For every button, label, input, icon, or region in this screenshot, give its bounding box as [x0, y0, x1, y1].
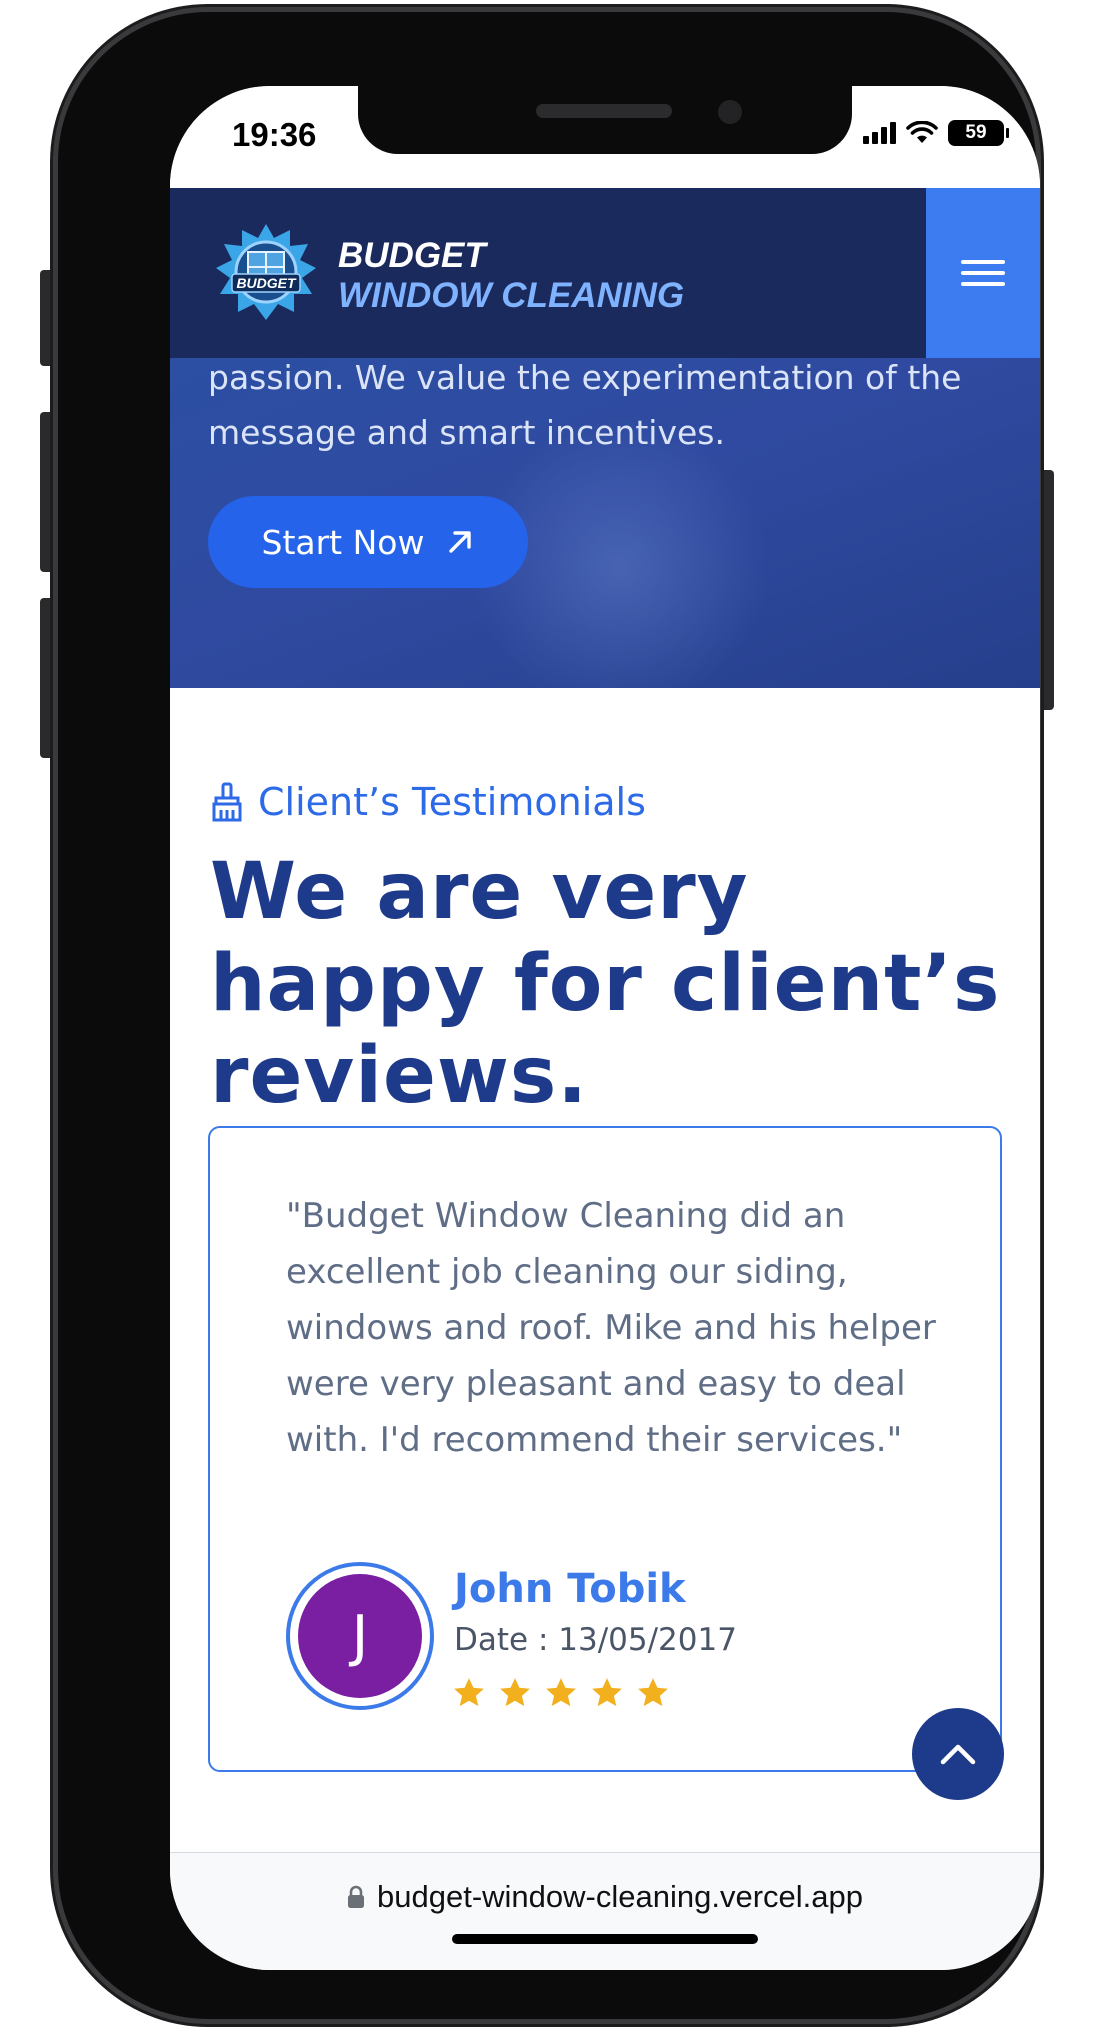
- arrow-up-right-icon: [449, 531, 472, 553]
- notch: [358, 86, 852, 154]
- hero-text: passion. We value the experimentation of…: [208, 358, 962, 452]
- menu-button[interactable]: [926, 188, 1040, 358]
- section-tag-label: Client’s Testimonials: [258, 780, 646, 824]
- reviewer-name: John Tobik: [454, 1566, 686, 1612]
- logo-line2: WINDOW CLEANING: [338, 276, 685, 315]
- star-icon: [638, 1678, 668, 1707]
- logo-badge-icon[interactable]: BUDGET: [214, 222, 318, 322]
- volume-down-button: [40, 598, 54, 758]
- star-icon: [500, 1678, 530, 1707]
- star-rating: [452, 1676, 670, 1710]
- signal-icon: [863, 122, 896, 144]
- lock-icon: [348, 1885, 365, 1908]
- start-now-label: Start Now: [261, 522, 425, 562]
- url-display[interactable]: budget-window-cleaning.vercel.app: [170, 1879, 1040, 1915]
- phone-screen: 19:36 59 BUDGET BUDGET WINDOW CLEANING p…: [170, 86, 1040, 1970]
- star-icon: [592, 1678, 622, 1707]
- review-date: Date : 13/05/2017: [454, 1622, 737, 1658]
- url-text: budget-window-cleaning.vercel.app: [377, 1879, 863, 1914]
- logo-line1: BUDGET: [338, 236, 486, 275]
- star-icon: [454, 1678, 484, 1707]
- testimonial-card: "Budget Window Cleaning did an excellent…: [208, 1126, 1002, 1772]
- battery-level: 59: [965, 122, 987, 143]
- speaker: [536, 104, 672, 118]
- avatar-letter: J: [298, 1574, 422, 1698]
- home-indicator[interactable]: [452, 1934, 758, 1944]
- hamburger-menu-icon: [961, 253, 1005, 293]
- logo-badge-text: BUDGET: [236, 275, 297, 291]
- logo-wordmark[interactable]: BUDGET WINDOW CLEANING: [338, 236, 684, 316]
- hero-section: passion. We value the experimentation of…: [170, 358, 1040, 688]
- brush-icon: [212, 782, 242, 822]
- section-title: We are very happy for client’s reviews.: [210, 847, 1001, 1121]
- mute-switch: [40, 270, 54, 366]
- status-icons: 59: [863, 120, 1009, 146]
- star-icon: [546, 1678, 576, 1707]
- site-navbar: BUDGET BUDGET WINDOW CLEANING: [170, 188, 1040, 358]
- testimonial-quote: "Budget Window Cleaning did an excellent…: [286, 1196, 936, 1460]
- section-tag: Client’s Testimonials: [210, 780, 646, 824]
- status-bar: 19:36 59: [170, 86, 1040, 188]
- wifi-icon: [906, 121, 938, 143]
- power-button: [1040, 470, 1054, 710]
- start-now-button[interactable]: Start Now: [208, 496, 528, 588]
- phone-frame: 19:36 59 BUDGET BUDGET WINDOW CLEANING p…: [58, 12, 1040, 2019]
- browser-url-bar[interactable]: budget-window-cleaning.vercel.app: [170, 1852, 1040, 1970]
- battery-icon: 59: [948, 120, 1009, 146]
- front-camera: [718, 100, 742, 124]
- scroll-to-top-button[interactable]: [912, 1708, 1004, 1800]
- chevron-up-icon: [940, 1744, 976, 1765]
- avatar: J: [286, 1562, 434, 1710]
- volume-up-button: [40, 412, 54, 572]
- status-time: 19:36: [232, 116, 317, 153]
